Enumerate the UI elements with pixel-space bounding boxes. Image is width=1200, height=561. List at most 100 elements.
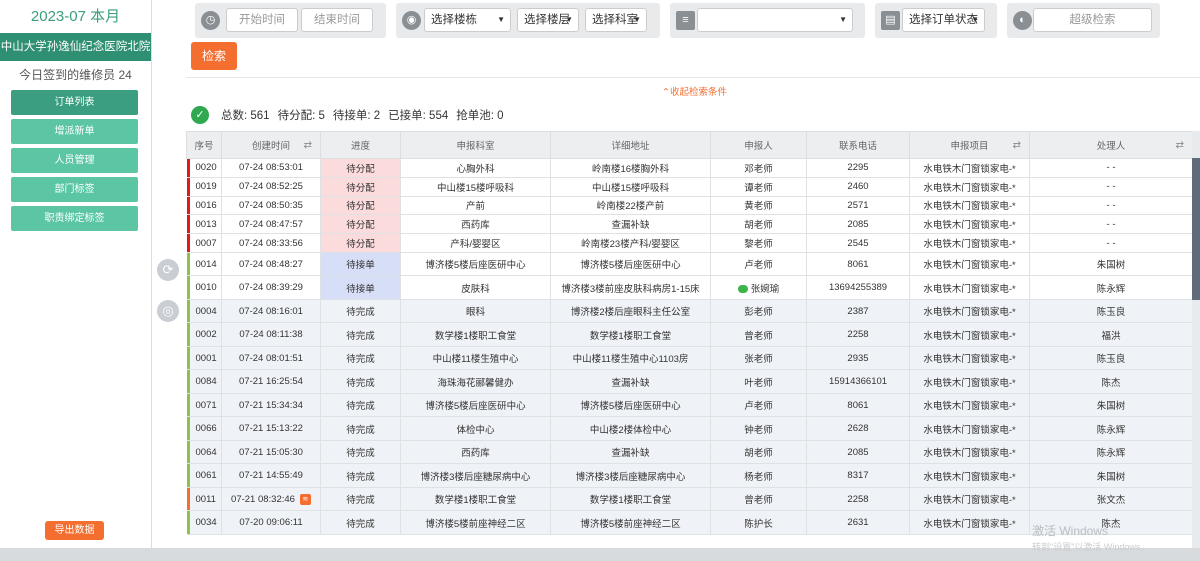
cell-status-text: 待完成 [346, 448, 375, 460]
search-button[interactable]: 检索 [191, 42, 237, 70]
col-created-label: 创建时间 [251, 141, 290, 152]
cell-phone: 2085 [806, 440, 910, 465]
table-row[interactable]: 0007 07-24 08:33:56 待分配 产科/婴婴区 岭南楼23楼产科/婴婴区 黎… [186, 233, 1192, 253]
cell-created-time-text: 07-21 16:25:54 [239, 376, 303, 388]
cell-reporter-text: 黄老师 [744, 201, 773, 213]
table-row[interactable]: 0071 07-21 15:34:34 待完成 博济楼5楼后座医研中心 博济楼5楼后座医… [186, 393, 1192, 418]
month-label[interactable]: 2023-07 本月 [0, 5, 151, 27]
sidebar-nav: 订单列表 增派新单 人员管理 部门标签 职责绑定标签 [0, 90, 151, 231]
col-dept: 申报科室 [400, 131, 551, 159]
cell-created-time: 07-24 08:47:57 [221, 214, 321, 235]
cell-created-time: 07-24 08:16:01 [221, 299, 321, 324]
table-row[interactable]: 0011 07-21 08:32:46 ≋ 待完成 数学楼1楼职工食堂 数学楼1楼职工食堂… [186, 487, 1192, 512]
signin-count[interactable]: 今日签到的维修员 24 [0, 66, 151, 82]
user-search-icon[interactable]: ◎ [157, 300, 179, 322]
table-row[interactable]: 0020 07-24 08:53:01 待分配 心胸外科 岭南楼16楼胸外科 邓老师 229… [186, 158, 1192, 178]
scrollbar-thumb[interactable] [1192, 158, 1200, 300]
refresh-icon[interactable]: ⟳ [157, 259, 179, 281]
table-row[interactable]: 0002 07-24 08:11:38 待完成 数学楼1楼职工食堂 数学楼1楼职工食堂 曾… [186, 322, 1192, 347]
table-row[interactable]: 0016 07-24 08:50:35 待分配 产前 岭南楼22楼产前 黄老师 2571 水电… [186, 196, 1192, 216]
advanced-search-input[interactable]: 超级检索 [1033, 8, 1152, 32]
cell-created-time: 07-24 08:01:51 [221, 346, 321, 371]
category-select[interactable]: ▼ [697, 8, 853, 32]
table-row[interactable]: 0001 07-24 08:01:51 待完成 中山楼11楼生殖中心 中山楼11楼生殖中… [186, 346, 1192, 371]
cell-dept: 产科/婴婴区 [400, 233, 551, 253]
user-voice-icon: ◐ [1013, 11, 1032, 30]
cell-dept-text: 中山楼15楼呼吸科 [436, 182, 515, 194]
cell-phone-text: 2085 [847, 446, 869, 458]
cell-handler: - - [1029, 177, 1192, 197]
sort-icon[interactable]: ⇄ [304, 140, 312, 151]
cell-reporter: 曾老师 [710, 487, 807, 512]
cell-item: 水电铁木门窗锁家电-* [909, 369, 1030, 394]
col-item[interactable]: 申报项目 ⇄ [909, 131, 1030, 159]
export-button[interactable]: 导出数据 [45, 521, 104, 540]
nav-staff[interactable]: 人员管理 [11, 148, 138, 173]
order-status-select[interactable]: 选择订单状态 ▼ [902, 8, 985, 32]
table-row[interactable]: 0004 07-24 08:16:01 待完成 眼科 博济楼2楼后座眼科主任公室 彭老师 2… [186, 299, 1192, 324]
cell-item: 水电铁木门窗锁家电-* [909, 177, 1030, 197]
stat-pending[interactable]: 待分配: 5 [278, 107, 325, 123]
cell-item-text: 水电铁木门窗锁家电-* [923, 260, 1016, 272]
cell-id-text: 0084 [195, 376, 217, 388]
cell-phone-text: 2628 [847, 423, 869, 435]
table-row[interactable]: 0019 07-24 08:52:25 待分配 中山楼15楼呼吸科 中山楼15楼呼吸科 谭… [186, 177, 1192, 197]
cell-phone: 8061 [806, 252, 910, 277]
cell-handler-text: 朱国树 [1096, 401, 1126, 413]
cell-created-time-text: 07-24 08:33:56 [239, 237, 303, 249]
cell-phone-text: 2387 [847, 305, 869, 317]
cell-dept: 西药库 [400, 214, 551, 235]
end-time-input[interactable]: 结束时间 [301, 8, 373, 32]
table-row[interactable]: 0010 07-24 08:39:29 待接单 皮肤科 博济楼3楼前座皮肤科病房1-15… [186, 275, 1192, 300]
stat-pool[interactable]: 抢单池: 0 [456, 107, 503, 123]
nav-add-order[interactable]: 增派新单 [11, 119, 138, 144]
cell-status-text: 待分配 [346, 239, 375, 251]
cell-handler-text: 陈玉良 [1096, 354, 1126, 366]
advanced-filter: ◐ 超级检索 [1007, 3, 1160, 38]
stat-accepted[interactable]: 已接单: 554 [388, 107, 448, 123]
start-time-input[interactable]: 开始时间 [226, 8, 298, 32]
sort-icon[interactable]: ⇄ [1013, 140, 1021, 151]
table-row[interactable]: 0013 07-24 08:47:57 待分配 西药库 查漏补缺 胡老师 2085 水电铁木门… [186, 214, 1192, 235]
cell-reporter: 卢老师 [710, 393, 807, 418]
cell-reporter-text: 黎老师 [744, 239, 773, 251]
nav-dept-tags[interactable]: 部门标签 [11, 177, 138, 202]
cell-address: 数学楼1楼职工食堂 [550, 322, 711, 347]
chevron-down-icon: ▼ [497, 15, 505, 24]
sidebar: 2023-07 本月 中山大学孙逸仙纪念医院北院 今日签到的维修员 24 订单列… [0, 0, 152, 548]
cell-reporter: 曾老师 [710, 322, 807, 347]
stat-waiting[interactable]: 待接单: 2 [333, 107, 380, 123]
cell-handler: 陈玉良 [1029, 299, 1192, 324]
table-row[interactable]: 0061 07-21 14:55:49 待完成 博济楼3楼后座糖尿病中心 博济楼3楼后座… [186, 463, 1192, 488]
cell-address: 博济楼3楼后座糖尿病中心 [550, 463, 711, 488]
table-row[interactable]: 0064 07-21 15:05:30 待完成 西药库 查漏补缺 胡老师 2085 水电铁木门… [186, 440, 1192, 465]
cell-status-text: 待接单 [346, 283, 375, 295]
rss-note-icon[interactable]: ≋ [299, 493, 311, 505]
table-row[interactable]: 0014 07-24 08:48:27 待接单 博济楼5楼后座医研中心 博济楼5楼后座医… [186, 252, 1192, 277]
cell-id: 0013 [186, 214, 222, 235]
clipboard-icon: ▤ [881, 11, 900, 30]
nav-order-list[interactable]: 订单列表 [11, 90, 138, 115]
cell-id-text: 0010 [195, 282, 217, 294]
building-select[interactable]: 选择楼栋 ▼ [424, 8, 511, 32]
floor-select[interactable]: 选择楼层 ▼ [517, 8, 579, 32]
nav-duty-tags[interactable]: 职责绑定标签 [11, 206, 138, 231]
cell-phone: 2631 [806, 510, 910, 535]
location-filter: ◉ 选择楼栋 ▼ 选择楼层 ▼ 选择科室 ▼ [396, 3, 660, 38]
stat-total[interactable]: 总数: 561 [221, 107, 270, 123]
horizontal-scrollbar[interactable] [0, 548, 1200, 561]
location-icon: ◉ [402, 11, 421, 30]
cell-phone: 2295 [806, 158, 910, 178]
table-row[interactable]: 0084 07-21 16:25:54 待完成 海珠海花郦馨健办 查漏补缺 叶老师 1591… [186, 369, 1192, 394]
sort-icon[interactable]: ⇄ [1176, 140, 1184, 151]
dept-select[interactable]: 选择科室 ▼ [585, 8, 647, 32]
floor-select-label: 选择楼层 [524, 14, 570, 26]
cell-dept-text: 博济楼5楼后座医研中心 [425, 401, 526, 413]
table-row[interactable]: 0066 07-21 15:13:22 待完成 体检中心 中山楼2楼体检中心 钟老师 262… [186, 416, 1192, 441]
collapse-filters-link[interactable]: ⌃收起检索条件 [662, 84, 727, 98]
cell-id: 0064 [186, 440, 222, 465]
col-created[interactable]: 创建时间 ⇄ [221, 131, 321, 159]
cell-item: 水电铁木门窗锁家电-* [909, 196, 1030, 216]
cell-address-text: 博济楼3楼后座糖尿病中心 [575, 471, 686, 483]
col-handler[interactable]: 处理人 ⇄ [1029, 131, 1192, 159]
